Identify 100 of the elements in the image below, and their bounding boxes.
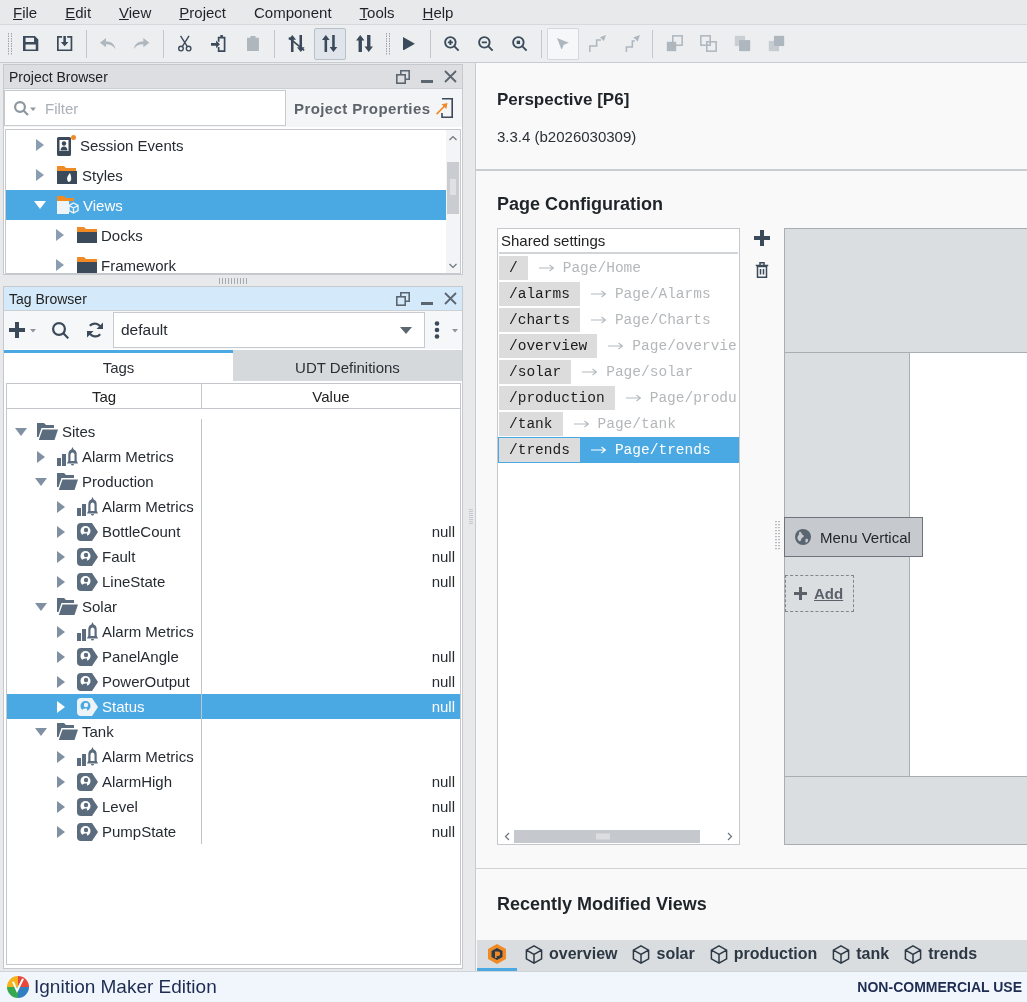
drag-handle-icon[interactable] (775, 521, 780, 551)
route-target: Page/overvie (632, 338, 737, 354)
route-target: Page/Home (562, 260, 642, 276)
route-path: /tank (499, 412, 563, 436)
page-route-item[interactable]: /alarms Page/Alarms (498, 281, 739, 307)
folder-cube-icon (57, 196, 79, 214)
page-route-item[interactable]: / Page/Home (498, 255, 739, 281)
tag-row[interactable]: Alarm Metrics (7, 444, 460, 469)
menu-item[interactable]: File (13, 2, 38, 22)
search-dropdown-icon[interactable] (14, 101, 36, 116)
expand-arrow-icon[interactable] (57, 575, 65, 588)
menu-item[interactable]: Edit (65, 2, 92, 22)
collapse-arrow-icon[interactable] (34, 201, 46, 209)
add-component-button[interactable]: Add (785, 575, 854, 612)
bar-chart-bell-icon (77, 497, 98, 516)
page-route-item[interactable]: /tank Page/tank (498, 411, 739, 437)
project-properties-button[interactable]: Project Properties (294, 98, 454, 118)
magnifier-icon (512, 35, 528, 52)
tag-row[interactable]: Level null (7, 794, 460, 819)
tag-row[interactable]: Sites (7, 419, 460, 444)
expand-arrow-icon[interactable] (57, 750, 65, 763)
search-icon[interactable] (52, 321, 69, 339)
tag-row[interactable]: PanelAngle null (7, 644, 460, 669)
expand-arrow-icon[interactable] (57, 500, 65, 513)
grip-icon[interactable] (7, 32, 13, 55)
tag-row[interactable]: AlarmHigh null (7, 769, 460, 794)
expand-arrow-icon[interactable] (36, 169, 44, 181)
tree-item[interactable]: Styles (6, 160, 446, 190)
tag-row[interactable]: BottleCount null (7, 519, 460, 544)
close-icon[interactable] (444, 70, 457, 83)
expand-arrow-icon[interactable] (56, 229, 64, 241)
splitter-grip-icon[interactable] (218, 277, 248, 284)
expand-arrow-icon[interactable] (37, 450, 45, 463)
expand-arrow-icon[interactable] (57, 700, 65, 713)
section-title: Page Configuration (497, 193, 664, 215)
tag-row[interactable]: Alarm Metrics (7, 744, 460, 769)
tag-provider-dropdown[interactable]: default (113, 312, 425, 348)
tag-row[interactable]: Fault null (7, 544, 460, 569)
expand-arrow-icon[interactable] (57, 675, 65, 688)
tag-row[interactable]: PumpState null (7, 819, 460, 844)
menu-item[interactable]: Tools (359, 2, 395, 22)
tree-item[interactable]: Docks (6, 220, 446, 250)
menu-item[interactable]: Project (179, 2, 226, 22)
view-tab[interactable]: solar (624, 940, 702, 971)
tag-name: Alarm Metrics (102, 623, 194, 640)
view-tab[interactable]: overview (517, 940, 625, 971)
tag-row[interactable]: Alarm Metrics (7, 619, 460, 644)
page-route-item[interactable]: /trends Page/trends (498, 437, 739, 463)
expand-arrow-icon[interactable] (57, 775, 65, 788)
tag-value: null (431, 698, 455, 715)
tag-icon (77, 697, 98, 716)
expand-arrow-icon[interactable] (57, 550, 65, 563)
grip-icon[interactable] (385, 32, 391, 55)
tag-row[interactable]: Tank (7, 719, 460, 744)
expand-arrow-icon[interactable] (57, 625, 65, 638)
restore-icon[interactable] (396, 69, 410, 84)
tag-row[interactable]: Alarm Metrics (7, 494, 460, 519)
page-route-item[interactable]: /overview Page/overvie (498, 333, 739, 359)
page-route-item[interactable]: /production Page/produ (498, 385, 739, 411)
view-tab[interactable]: trends (896, 940, 985, 971)
vertical-scrollbar[interactable] (446, 130, 460, 273)
close-icon[interactable] (444, 292, 457, 305)
arrow-icon (582, 368, 598, 376)
view-tab[interactable]: production (701, 940, 825, 971)
view-tab[interactable]: tank (824, 940, 897, 971)
arrow-icon (590, 290, 606, 298)
tree-item[interactable]: Session Events (6, 130, 446, 160)
collapse-arrow-icon[interactable] (35, 727, 47, 736)
menu-component[interactable]: Menu Vertical (784, 517, 923, 557)
menu-item[interactable]: Component (254, 2, 332, 22)
expand-arrow-icon[interactable] (57, 650, 65, 663)
collapse-arrow-icon[interactable] (15, 427, 27, 436)
tag-row[interactable]: LineState null (7, 569, 460, 594)
plus-icon[interactable] (754, 230, 770, 246)
collapse-arrow-icon[interactable] (35, 477, 47, 486)
trash-icon[interactable] (755, 262, 769, 278)
more-options-icon[interactable] (434, 321, 458, 339)
undo-arrow-icon (100, 37, 116, 49)
tab[interactable]: UDT Definitions (233, 350, 462, 381)
page-route-item[interactable]: /charts Page/Charts (498, 307, 739, 333)
expand-arrow-icon[interactable] (57, 825, 65, 838)
menu-item[interactable]: Help (422, 2, 454, 22)
up-down-arrows-button[interactable] (314, 27, 346, 60)
tree-item[interactable]: Framework (6, 250, 446, 273)
refresh-icon[interactable] (86, 321, 104, 339)
expand-arrow-icon[interactable] (57, 800, 65, 813)
expand-arrow-icon[interactable] (56, 259, 64, 271)
tag-row[interactable]: Production (7, 469, 460, 494)
tag-row[interactable]: Solar (7, 594, 460, 619)
restore-icon[interactable] (396, 291, 410, 306)
collapse-arrow-icon[interactable] (35, 602, 47, 611)
splitter-grip-icon[interactable] (468, 509, 473, 525)
shared-settings-item[interactable]: Shared settings (499, 229, 738, 254)
filter-field[interactable]: Filter (4, 90, 286, 126)
page-route-item[interactable]: /solar Page/solar (498, 359, 739, 385)
scissors-icon (178, 35, 192, 52)
menu-item[interactable]: View (119, 2, 152, 22)
expand-arrow-icon[interactable] (36, 139, 44, 151)
add-dropdown-icon[interactable] (9, 322, 36, 338)
expand-arrow-icon[interactable] (57, 525, 65, 538)
